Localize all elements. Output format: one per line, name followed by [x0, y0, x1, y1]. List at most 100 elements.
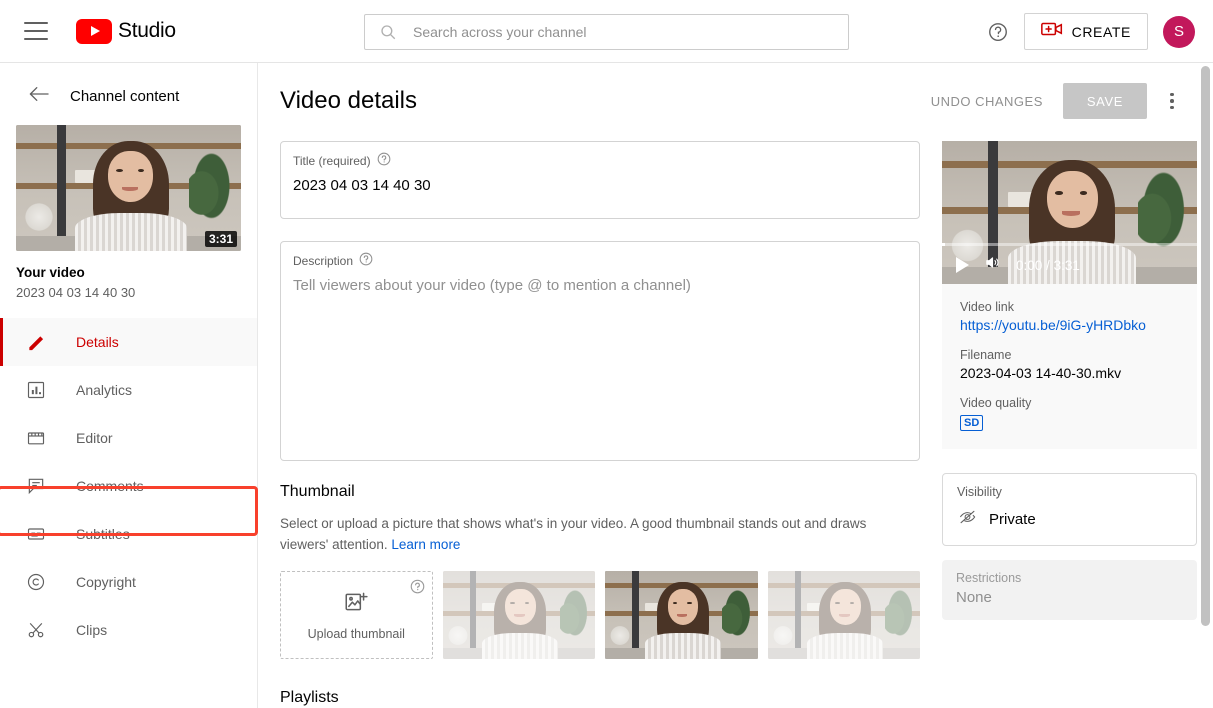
title-field[interactable]: Title (required) 2023 04 03 14 40 30 — [280, 141, 920, 219]
sidebar-item-analytics[interactable]: Analytics — [0, 366, 257, 414]
thumbnail-option-3[interactable] — [767, 571, 920, 659]
sidebar-item-label: Clips — [76, 622, 108, 638]
sidebar-item-details[interactable]: Details — [0, 318, 257, 366]
restrictions-panel: Restrictions None — [942, 560, 1197, 620]
header-actions: CREATE S — [987, 0, 1195, 63]
main-header: Video details UNDO CHANGES SAVE — [259, 63, 1205, 119]
play-icon[interactable] — [956, 257, 969, 273]
search-input[interactable] — [411, 23, 811, 41]
sidebar-menu: Details Analytics Editor Comments Subtit… — [0, 318, 257, 654]
create-button-label: CREATE — [1071, 23, 1131, 40]
left-sidebar: Channel content 3:31 Your video 2023 04 … — [0, 63, 258, 708]
studio-brand-logo[interactable]: Studio — [76, 18, 176, 44]
scrollbar-thumb[interactable] — [1201, 66, 1210, 626]
main-content: Video details UNDO CHANGES SAVE Title (r… — [259, 63, 1205, 708]
thumbnail-option-1[interactable] — [442, 571, 596, 659]
avatar[interactable]: S — [1163, 15, 1195, 48]
video-plus-icon — [1040, 21, 1063, 42]
description-field-placeholder: Tell viewers about your video (type @ to… — [293, 277, 691, 294]
visibility-panel[interactable]: Visibility Private — [942, 473, 1197, 546]
upload-thumbnail-label: Upload thumbnail — [307, 627, 405, 641]
help-circle-icon[interactable] — [359, 252, 373, 269]
upload-thumbnail-button[interactable]: Upload thumbnail — [280, 571, 433, 659]
video-link-value[interactable]: https://youtu.be/9iG-yHRDbko — [960, 317, 1179, 333]
thumbnail-description: Select or upload a picture that shows wh… — [280, 513, 898, 555]
sidebar-item-clips[interactable]: Clips — [0, 606, 257, 654]
video-quality-badge: SD — [960, 415, 984, 431]
sidebar-video-subtitle: 2023 04 03 14 40 30 — [16, 285, 136, 300]
eye-off-icon — [957, 508, 978, 531]
sidebar-item-label: Subtitles — [76, 526, 130, 542]
video-preview-player[interactable]: 0:00 / 3:31 — [942, 141, 1197, 284]
filename-label: Filename — [960, 348, 1012, 362]
sidebar-item-label: Comments — [76, 478, 144, 494]
description-field-label: Description — [293, 253, 354, 268]
top-header-bar: Studio Search across your channel CREATE… — [0, 0, 1213, 63]
learn-more-link[interactable]: Learn more — [391, 537, 460, 552]
brand-label: Studio — [118, 19, 176, 42]
page-scrollbar[interactable] — [1201, 66, 1210, 706]
sidebar-item-subtitles[interactable]: Subtitles — [0, 510, 257, 558]
title-field-value: 2023 04 03 14 40 30 — [293, 177, 431, 194]
video-info-panel: Video link https://youtu.be/9iG-yHRDbko … — [942, 284, 1197, 449]
sidebar-item-label: Editor — [76, 430, 113, 446]
sidebar-item-label: Copyright — [76, 574, 136, 590]
undo-changes-button[interactable]: UNDO CHANGES — [925, 93, 1049, 110]
restrictions-label: Restrictions — [956, 571, 1022, 585]
video-quality-label: Video quality — [960, 396, 1032, 410]
player-current-time: 0:00 — [1016, 257, 1043, 273]
video-duration-badge: 3:31 — [204, 231, 237, 247]
youtube-studio-page: Studio Search across your channel CREATE… — [0, 0, 1213, 708]
help-circle-icon[interactable] — [377, 152, 391, 169]
description-field[interactable]: Description Tell viewers about your vide… — [280, 241, 920, 461]
details-left-column: Title (required) 2023 04 03 14 40 30 Des… — [280, 141, 920, 708]
title-field-label: Title (required) — [293, 153, 371, 168]
youtube-logo-icon — [76, 18, 112, 44]
restrictions-value: None — [956, 589, 992, 606]
create-button[interactable]: CREATE — [1023, 13, 1148, 50]
thumbnail-option-image — [767, 571, 920, 659]
details-columns: Title (required) 2023 04 03 14 40 30 Des… — [259, 119, 1205, 708]
description-field-label-row: Description — [293, 252, 907, 269]
sidebar-item-label: Analytics — [76, 382, 133, 398]
kebab-menu-icon[interactable] — [1161, 90, 1183, 112]
thumbnail-description-text: Select or upload a picture that shows wh… — [280, 516, 867, 552]
header-action-group: UNDO CHANGES SAVE — [925, 83, 1183, 119]
search-bar[interactable] — [364, 14, 849, 50]
filename-value: 2023-04-03 14-40-30.mkv — [960, 365, 1122, 381]
thumbnail-option-image — [442, 571, 596, 659]
details-right-column: 0:00 / 3:31 Video link https://youtu.be/… — [942, 141, 1197, 708]
visibility-label: Visibility — [957, 485, 1002, 499]
avatar-initial: S — [1173, 23, 1184, 40]
sidebar-item-copyright[interactable]: Copyright — [0, 558, 257, 606]
thumbnail-option-2[interactable] — [605, 571, 758, 659]
thumbnail-option-image — [605, 571, 758, 659]
video-quality-value-wrap: SD — [960, 413, 1179, 431]
sidebar-item-comments[interactable]: Comments — [0, 462, 257, 510]
copyright-icon — [24, 570, 48, 594]
player-total-time: 3:31 — [1053, 257, 1080, 273]
hamburger-menu-icon[interactable] — [24, 22, 48, 40]
search-icon — [379, 23, 397, 41]
title-field-label-row: Title (required) — [293, 152, 907, 169]
save-button[interactable]: SAVE — [1062, 83, 1147, 119]
help-circle-icon[interactable] — [987, 21, 1009, 43]
sidebar-item-label: Details — [76, 334, 119, 350]
subtitles-icon — [24, 522, 48, 546]
visibility-value: Private — [989, 511, 1036, 528]
thumbnail-heading: Thumbnail — [280, 483, 355, 500]
playlists-heading: Playlists — [280, 689, 339, 706]
player-time-separator: / — [1046, 257, 1050, 273]
sidebar-video-thumbnail[interactable]: 3:31 — [16, 125, 241, 251]
sidebar-video-title: Your video — [16, 265, 85, 280]
clapperboard-icon — [24, 426, 48, 450]
back-label: Channel content — [70, 88, 180, 105]
volume-icon[interactable] — [983, 254, 1002, 276]
sidebar-item-editor[interactable]: Editor — [0, 414, 257, 462]
image-add-icon — [343, 589, 369, 620]
back-to-channel-content[interactable]: Channel content — [0, 63, 257, 108]
help-circle-icon[interactable] — [410, 579, 425, 599]
visibility-value-row: Private — [957, 508, 1182, 531]
player-timestamp: 0:00 / 3:31 — [1016, 258, 1080, 273]
pencil-icon — [24, 330, 48, 354]
